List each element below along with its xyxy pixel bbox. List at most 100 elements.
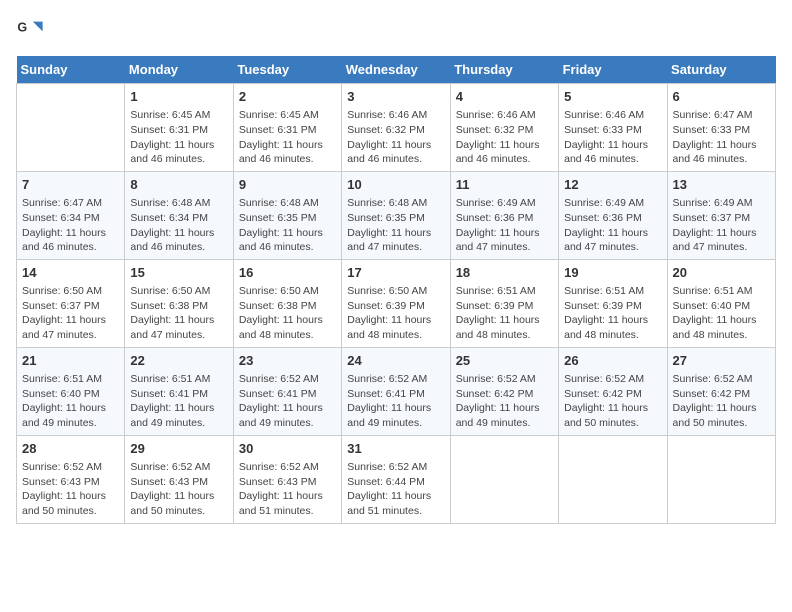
header-monday: Monday [125, 56, 233, 84]
calendar-cell: 21Sunrise: 6:51 AMSunset: 6:40 PMDayligh… [17, 347, 125, 435]
day-number: 30 [239, 440, 336, 458]
day-info: Sunrise: 6:51 AMSunset: 6:40 PMDaylight:… [673, 284, 770, 343]
day-number: 13 [673, 176, 770, 194]
calendar-cell: 28 Sunrise: 6:52 AMSunset: 6:43 PMDayligh… [17, 435, 125, 523]
day-number: 3 [347, 88, 444, 106]
calendar-cell: 7 Sunrise: 6:47 AMSunset: 6:34 PMDaylight… [17, 171, 125, 259]
day-info: Sunrise: 6:52 AMSunset: 6:43 PMDaylight:… [239, 460, 336, 519]
day-number: 7 [22, 176, 119, 194]
day-info: Sunrise: 6:46 AMSunset: 6:33 PMDaylight:… [564, 108, 661, 167]
calendar-cell: 26 Sunrise: 6:52 AMSunset: 6:42 PMDayligh… [559, 347, 667, 435]
calendar-cell: 5 Sunrise: 6:46 AMSunset: 6:33 PMDaylight… [559, 84, 667, 172]
week-row-4: 21Sunrise: 6:51 AMSunset: 6:40 PMDayligh… [17, 347, 776, 435]
day-info: Sunrise: 6:47 AMSunset: 6:33 PMDaylight:… [673, 108, 770, 167]
calendar-table: SundayMondayTuesdayWednesdayThursdayFrid… [16, 56, 776, 524]
day-number: 20 [673, 264, 770, 282]
day-info: Sunrise: 6:50 AMSunset: 6:38 PMDaylight:… [130, 284, 227, 343]
day-number: 12 [564, 176, 661, 194]
day-number: 16 [239, 264, 336, 282]
day-info: Sunrise: 6:52 AMSunset: 6:42 PMDaylight:… [564, 372, 661, 431]
day-number: 29 [130, 440, 227, 458]
calendar-cell: 27Sunrise: 6:52 AMSunset: 6:42 PMDayligh… [667, 347, 775, 435]
day-number: 14 [22, 264, 119, 282]
header-saturday: Saturday [667, 56, 775, 84]
calendar-cell [450, 435, 558, 523]
header-tuesday: Tuesday [233, 56, 341, 84]
calendar-cell: 9Sunrise: 6:48 AMSunset: 6:35 PMDaylight… [233, 171, 341, 259]
calendar-cell: 20 Sunrise: 6:51 AMSunset: 6:40 PMDayligh… [667, 259, 775, 347]
calendar-cell: 24Sunrise: 6:52 AMSunset: 6:41 PMDayligh… [342, 347, 450, 435]
calendar-cell: 1 Sunrise: 6:45 AMSunset: 6:31 PMDaylight… [125, 84, 233, 172]
logo: G [16, 16, 46, 44]
calendar-cell [17, 84, 125, 172]
day-number: 23 [239, 352, 336, 370]
day-number: 18 [456, 264, 553, 282]
day-number: 15 [130, 264, 227, 282]
day-number: 6 [673, 88, 770, 106]
day-info: Sunrise: 6:45 AMSunset: 6:31 PMDaylight:… [130, 108, 227, 167]
day-info: Sunrise: 6:52 AMSunset: 6:43 PMDaylight:… [22, 460, 119, 519]
day-number: 9 [239, 176, 336, 194]
header-sunday: Sunday [17, 56, 125, 84]
calendar-cell [559, 435, 667, 523]
day-number: 4 [456, 88, 553, 106]
logo-icon: G [16, 16, 44, 44]
day-info: Sunrise: 6:50 AMSunset: 6:38 PMDaylight:… [239, 284, 336, 343]
day-info: Sunrise: 6:51 AMSunset: 6:40 PMDaylight:… [22, 372, 119, 431]
header-friday: Friday [559, 56, 667, 84]
day-number: 19 [564, 264, 661, 282]
calendar-cell: 19 Sunrise: 6:51 AMSunset: 6:39 PMDayligh… [559, 259, 667, 347]
day-number: 1 [130, 88, 227, 106]
day-number: 25 [456, 352, 553, 370]
day-info: Sunrise: 6:47 AMSunset: 6:34 PMDaylight:… [22, 196, 119, 255]
day-info: Sunrise: 6:49 AMSunset: 6:36 PMDaylight:… [456, 196, 553, 255]
day-info: Sunrise: 6:52 AMSunset: 6:44 PMDaylight:… [347, 460, 444, 519]
calendar-cell: 30 Sunrise: 6:52 AMSunset: 6:43 PMDayligh… [233, 435, 341, 523]
calendar-cell: 14 Sunrise: 6:50 AMSunset: 6:37 PMDayligh… [17, 259, 125, 347]
day-number: 26 [564, 352, 661, 370]
day-number: 5 [564, 88, 661, 106]
day-number: 11 [456, 176, 553, 194]
day-info: Sunrise: 6:51 AMSunset: 6:39 PMDaylight:… [564, 284, 661, 343]
calendar-cell: 4 Sunrise: 6:46 AMSunset: 6:32 PMDaylight… [450, 84, 558, 172]
calendar-cell: 8Sunrise: 6:48 AMSunset: 6:34 PMDaylight… [125, 171, 233, 259]
calendar-cell: 18 Sunrise: 6:51 AMSunset: 6:39 PMDayligh… [450, 259, 558, 347]
day-number: 31 [347, 440, 444, 458]
day-info: Sunrise: 6:49 AMSunset: 6:36 PMDaylight:… [564, 196, 661, 255]
calendar-cell: 2Sunrise: 6:45 AMSunset: 6:31 PMDaylight… [233, 84, 341, 172]
week-row-3: 14 Sunrise: 6:50 AMSunset: 6:37 PMDayligh… [17, 259, 776, 347]
day-number: 8 [130, 176, 227, 194]
calendar-cell [667, 435, 775, 523]
day-info: Sunrise: 6:45 AMSunset: 6:31 PMDaylight:… [239, 108, 336, 167]
header-thursday: Thursday [450, 56, 558, 84]
calendar-cell: 10Sunrise: 6:48 AMSunset: 6:35 PMDayligh… [342, 171, 450, 259]
day-info: Sunrise: 6:51 AMSunset: 6:39 PMDaylight:… [456, 284, 553, 343]
calendar-cell: 13 Sunrise: 6:49 AMSunset: 6:37 PMDayligh… [667, 171, 775, 259]
calendar-cell: 23Sunrise: 6:52 AMSunset: 6:41 PMDayligh… [233, 347, 341, 435]
week-row-1: 1 Sunrise: 6:45 AMSunset: 6:31 PMDaylight… [17, 84, 776, 172]
day-info: Sunrise: 6:51 AMSunset: 6:41 PMDaylight:… [130, 372, 227, 431]
calendar-cell: 16 Sunrise: 6:50 AMSunset: 6:38 PMDayligh… [233, 259, 341, 347]
calendar-cell: 11 Sunrise: 6:49 AMSunset: 6:36 PMDayligh… [450, 171, 558, 259]
calendar-cell: 29Sunrise: 6:52 AMSunset: 6:43 PMDayligh… [125, 435, 233, 523]
day-info: Sunrise: 6:49 AMSunset: 6:37 PMDaylight:… [673, 196, 770, 255]
day-info: Sunrise: 6:46 AMSunset: 6:32 PMDaylight:… [347, 108, 444, 167]
day-info: Sunrise: 6:50 AMSunset: 6:39 PMDaylight:… [347, 284, 444, 343]
day-info: Sunrise: 6:50 AMSunset: 6:37 PMDaylight:… [22, 284, 119, 343]
calendar-cell: 25 Sunrise: 6:52 AMSunset: 6:42 PMDayligh… [450, 347, 558, 435]
day-number: 22 [130, 352, 227, 370]
week-row-5: 28 Sunrise: 6:52 AMSunset: 6:43 PMDayligh… [17, 435, 776, 523]
page-header: G [16, 16, 776, 44]
day-number: 28 [22, 440, 119, 458]
day-info: Sunrise: 6:52 AMSunset: 6:41 PMDaylight:… [347, 372, 444, 431]
day-info: Sunrise: 6:46 AMSunset: 6:32 PMDaylight:… [456, 108, 553, 167]
calendar-cell: 3 Sunrise: 6:46 AMSunset: 6:32 PMDaylight… [342, 84, 450, 172]
day-info: Sunrise: 6:52 AMSunset: 6:42 PMDaylight:… [456, 372, 553, 431]
day-number: 10 [347, 176, 444, 194]
week-row-2: 7 Sunrise: 6:47 AMSunset: 6:34 PMDaylight… [17, 171, 776, 259]
calendar-cell: 31 Sunrise: 6:52 AMSunset: 6:44 PMDayligh… [342, 435, 450, 523]
calendar-cell: 15 Sunrise: 6:50 AMSunset: 6:38 PMDayligh… [125, 259, 233, 347]
calendar-cell: 6 Sunrise: 6:47 AMSunset: 6:33 PMDaylight… [667, 84, 775, 172]
calendar-cell: 12 Sunrise: 6:49 AMSunset: 6:36 PMDayligh… [559, 171, 667, 259]
day-number: 27 [673, 352, 770, 370]
